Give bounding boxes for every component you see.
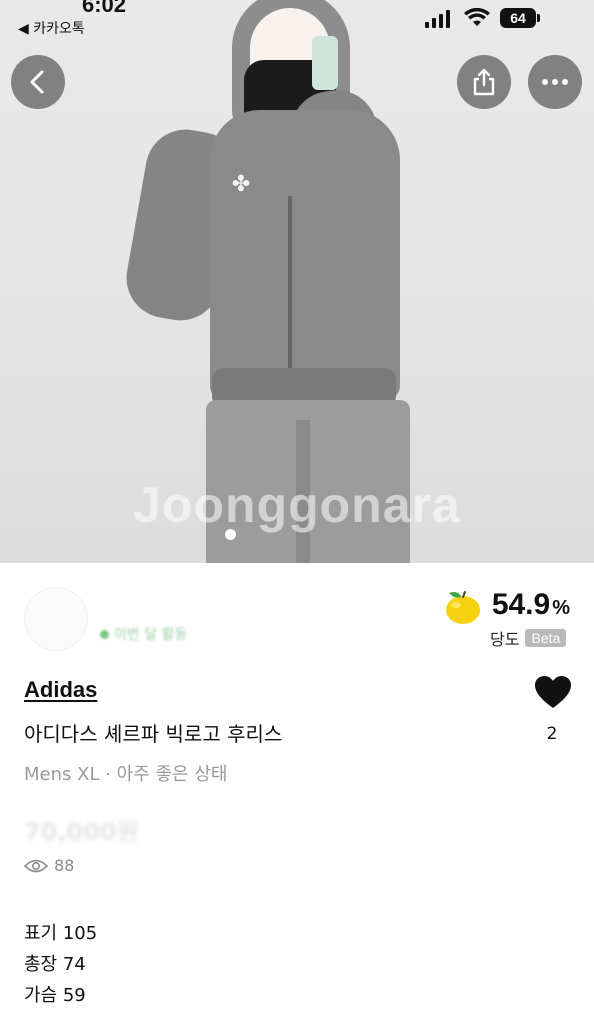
description-line: 가슴 59 [24,985,86,1006]
trefoil-logo-icon: ✤ [231,172,251,197]
eye-icon [24,859,48,872]
more-horizontal-icon [542,79,568,85]
more-options-button[interactable] [528,55,582,109]
seller-avatar[interactable] [24,587,88,651]
carousel-dot-active[interactable] [225,529,236,540]
signal-icon [425,10,450,28]
battery-level: 64 [500,8,536,28]
back-button[interactable] [11,55,65,109]
brand-link[interactable]: Adidas [24,677,97,703]
product-meta: Mens XL · 아주 좋은 상태 [24,764,228,785]
sweetness-value: 54.9 [491,588,551,621]
status-time: 6:02 [82,0,127,17]
seller-status-text: 이번 달 활동 [114,627,188,643]
product-title: 아디다스 셰르파 빅로고 후리스 [24,722,283,746]
view-count-value: 88 [54,856,75,875]
battery-icon [537,14,540,22]
sweetness-label: 당도 [490,630,520,649]
photo-zipper [288,196,292,396]
beta-badge: Beta [525,629,567,647]
like-count: 2 [546,724,558,744]
heart-icon[interactable] [535,676,571,710]
activity-dot-icon [100,629,109,639]
product-price: 70,000원 [24,818,139,846]
chevron-left-icon [30,70,44,94]
product-description: 표기 105 총장 74 가슴 59 [24,918,97,1011]
seller-activity-status: 이번 달 활동 [100,624,187,644]
sweetness-unit: % [552,597,570,619]
description-line: 표기 105 [24,923,98,944]
description-line: 총장 74 [24,954,86,975]
view-count: 88 [24,856,74,875]
apple-icon [446,591,480,624]
sweetness-label-row[interactable]: 당도 Beta [490,626,567,650]
wifi-icon [464,8,490,26]
sweetness-score: 54.9 % [492,588,570,622]
share-button[interactable] [457,55,511,109]
share-icon [473,68,495,96]
photo-phone [312,36,338,90]
watermark: Joonggonara [133,477,461,533]
photo-jacket [210,110,400,400]
return-to-app-link[interactable]: ◀ 카카오톡 [18,18,85,38]
